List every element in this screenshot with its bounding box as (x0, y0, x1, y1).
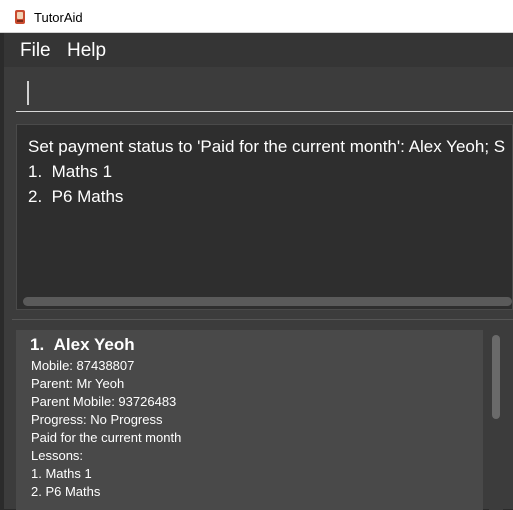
result-line: 2. P6 Maths (28, 187, 124, 206)
result-line: 1. Maths 1 (28, 162, 113, 181)
app-window: File Help Set payment status to 'Paid fo… (4, 33, 513, 510)
result-text: Set payment status to 'Paid for the curr… (28, 134, 512, 209)
title-bar: TutorAid (0, 0, 513, 33)
result-display: Set payment status to 'Paid for the curr… (16, 124, 513, 310)
menu-file[interactable]: File (20, 40, 51, 62)
student-parent: Parent: Mr Yeoh (31, 376, 125, 391)
student-name-text: Alex Yeoh (53, 335, 135, 354)
menu-bar: File Help (4, 33, 513, 67)
student-payment-status: Paid for the current month (31, 430, 182, 445)
app-icon (15, 10, 25, 24)
student-mobile: Mobile: 87438807 (31, 358, 135, 373)
student-lesson-item: 2. P6 Maths (31, 484, 101, 499)
student-lesson-item: 1. Maths 1 (31, 466, 92, 481)
student-progress: Progress: No Progress (31, 412, 163, 427)
student-name: 1. Alex Yeoh (30, 335, 135, 355)
vertical-scrollbar-thumb[interactable] (492, 335, 500, 419)
window-title: TutorAid (34, 10, 83, 25)
text-caret (27, 81, 29, 105)
command-input[interactable] (16, 75, 513, 112)
student-list: 1. Alex Yeoh Mobile: 87438807 Parent: Mr… (12, 319, 513, 510)
student-lessons-label: Lessons: (31, 448, 84, 463)
vertical-scrollbar[interactable] (489, 330, 503, 510)
student-card[interactable]: 1. Alex Yeoh Mobile: 87438807 Parent: Mr… (16, 330, 483, 510)
horizontal-scrollbar[interactable] (23, 297, 512, 306)
student-index: 1. (30, 335, 45, 354)
result-line: Set payment status to 'Paid for the curr… (28, 137, 506, 156)
menu-help[interactable]: Help (67, 40, 106, 62)
student-parent-mobile: Parent Mobile: 93726483 (31, 394, 177, 409)
